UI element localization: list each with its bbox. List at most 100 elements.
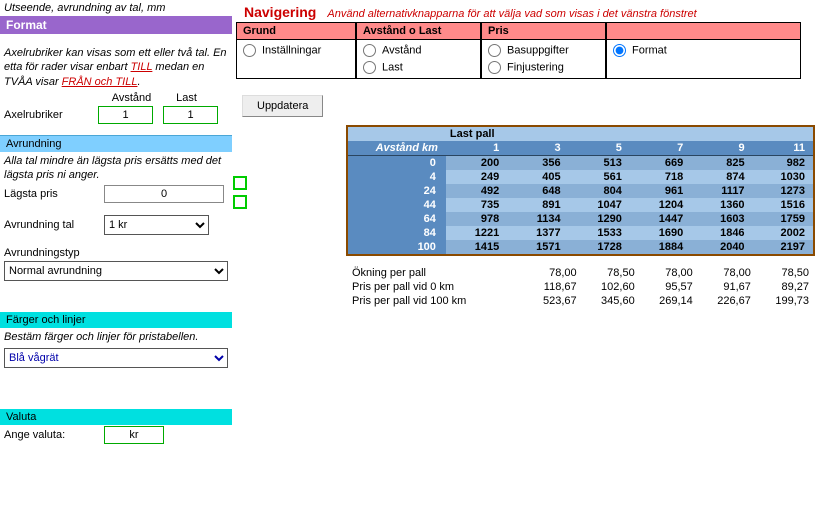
- grid-cell: 1117: [691, 184, 752, 198]
- grid-rowlabel: 44: [347, 198, 446, 212]
- summary-value: 78,00: [525, 266, 583, 280]
- section-farger: Färger och linjer: [0, 312, 232, 328]
- input-lagsta-pris[interactable]: [104, 185, 224, 203]
- grid-cell: 2197: [753, 240, 814, 255]
- grid-cell: 1884: [630, 240, 691, 255]
- input-avstand[interactable]: [98, 106, 153, 124]
- price-grid: Last pallAvstånd km135791102003565136698…: [346, 125, 815, 256]
- link-fran-till[interactable]: FRÅN och TILL: [62, 76, 138, 88]
- grid-cell: 1690: [630, 226, 691, 240]
- label-axelrubriker: Axelrubriker: [4, 109, 98, 121]
- nav-head-1: Avstånd o Last: [357, 23, 480, 40]
- grid-cell: 1571: [507, 240, 568, 255]
- summary-label: Pris per pall vid 100 km: [346, 294, 525, 308]
- summary-value: 78,50: [757, 266, 815, 280]
- nav-hint: Använd alternativknapparna för att välja…: [327, 8, 696, 20]
- nav-head-3: [607, 23, 800, 40]
- grid-rowlabel: 84: [347, 226, 446, 240]
- grid-cell: 1290: [569, 212, 630, 226]
- section-valuta: Valuta: [0, 409, 232, 425]
- grid-colhead: 11: [753, 141, 814, 156]
- nav-radio-inställningar[interactable]: Inställningar: [243, 42, 349, 59]
- label-avrundning-tal: Avrundning tal: [4, 219, 104, 231]
- grid-cell: 1134: [507, 212, 568, 226]
- label-lagsta-pris: Lägsta pris: [4, 188, 104, 200]
- nav-radio-basuppgifter[interactable]: Basuppgifter: [488, 42, 599, 59]
- link-till[interactable]: TILL: [131, 61, 153, 73]
- grid-colhead: 5: [569, 141, 630, 156]
- grid-cell: 961: [630, 184, 691, 198]
- summary-value: 345,60: [583, 294, 641, 308]
- left-subtitle: Utseende, avrundning av tal, mm: [0, 0, 232, 16]
- summary-value: 78,00: [699, 266, 757, 280]
- summary-value: 226,67: [699, 294, 757, 308]
- grid-rowlabel: 4: [347, 170, 446, 184]
- input-last[interactable]: [163, 106, 218, 124]
- select-avrundningstyp[interactable]: Normal avrundning: [4, 261, 228, 281]
- colhead-avstand: Avstånd: [104, 92, 159, 104]
- grid-colhead: 7: [630, 141, 691, 156]
- grid-cell: 200: [446, 156, 507, 171]
- nav-radio-finjustering[interactable]: Finjustering: [488, 59, 599, 76]
- grid-cell: 1759: [753, 212, 814, 226]
- grid-rowhead: Avstånd km: [347, 141, 446, 156]
- nav-radio-format[interactable]: Format: [613, 42, 794, 59]
- nav-title: Navigering: [236, 0, 324, 22]
- label-avrundningstyp: Avrundningstyp: [4, 247, 80, 259]
- grid-rowlabel: 24: [347, 184, 446, 198]
- nav-radio-avstånd[interactable]: Avstånd: [363, 42, 474, 59]
- section-avrundning: Avrundning: [0, 135, 232, 152]
- grid-cell: 804: [569, 184, 630, 198]
- select-avrundning-tal[interactable]: 1 kr: [104, 215, 209, 235]
- grid-colhead: 1: [446, 141, 507, 156]
- grid-cell: 1204: [630, 198, 691, 212]
- grid-title: Last pall: [446, 126, 814, 141]
- grid-cell: 669: [630, 156, 691, 171]
- left-header: Format: [0, 16, 232, 34]
- summary-value: 95,57: [641, 280, 699, 294]
- grid-cell: 1030: [753, 170, 814, 184]
- grid-rowlabel: 0: [347, 156, 446, 171]
- summary-value: 78,50: [583, 266, 641, 280]
- nav-head-2: Pris: [482, 23, 605, 40]
- summary-value: 118,67: [525, 280, 583, 294]
- farger-desc: Bestäm färger och linjer för pristabelle…: [0, 328, 232, 346]
- grid-cell: 718: [630, 170, 691, 184]
- grid-cell: 1516: [753, 198, 814, 212]
- summary-label: Pris per pall vid 0 km: [346, 280, 525, 294]
- grid-cell: 891: [507, 198, 568, 212]
- grid-cell: 1377: [507, 226, 568, 240]
- summary-label: Ökning per pall: [346, 266, 525, 280]
- input-valuta[interactable]: [104, 426, 164, 444]
- grid-cell: 492: [446, 184, 507, 198]
- grid-cell: 561: [569, 170, 630, 184]
- nav-grid: Grund Inställningar Avstånd o Last AvståndL…: [236, 22, 815, 79]
- grid-cell: 2040: [691, 240, 752, 255]
- grid-cell: 1603: [691, 212, 752, 226]
- summary-value: 199,73: [757, 294, 815, 308]
- grid-cell: 874: [691, 170, 752, 184]
- grid-cell: 1221: [446, 226, 507, 240]
- grid-cell: 1728: [569, 240, 630, 255]
- grid-cell: 735: [446, 198, 507, 212]
- grid-cell: 1846: [691, 226, 752, 240]
- grid-cell: 1447: [630, 212, 691, 226]
- grid-cell: 825: [691, 156, 752, 171]
- grid-cell: 1533: [569, 226, 630, 240]
- summary-value: 91,67: [699, 280, 757, 294]
- nav-radio-last[interactable]: Last: [363, 59, 474, 76]
- summary-value: 89,27: [757, 280, 815, 294]
- summary-value: 523,67: [525, 294, 583, 308]
- grid-colhead: 3: [507, 141, 568, 156]
- summary-value: 102,60: [583, 280, 641, 294]
- grid-cell: 648: [507, 184, 568, 198]
- grid-rowlabel: 64: [347, 212, 446, 226]
- grid-rowlabel: 100: [347, 240, 446, 255]
- update-button[interactable]: Uppdatera: [242, 95, 323, 117]
- grid-cell: 1415: [446, 240, 507, 255]
- grid-cell: 2002: [753, 226, 814, 240]
- nav-head-0: Grund: [237, 23, 355, 40]
- grid-cell: 982: [753, 156, 814, 171]
- label-valuta: Ange valuta:: [4, 429, 104, 441]
- select-farger[interactable]: Blå vågrät: [4, 348, 228, 368]
